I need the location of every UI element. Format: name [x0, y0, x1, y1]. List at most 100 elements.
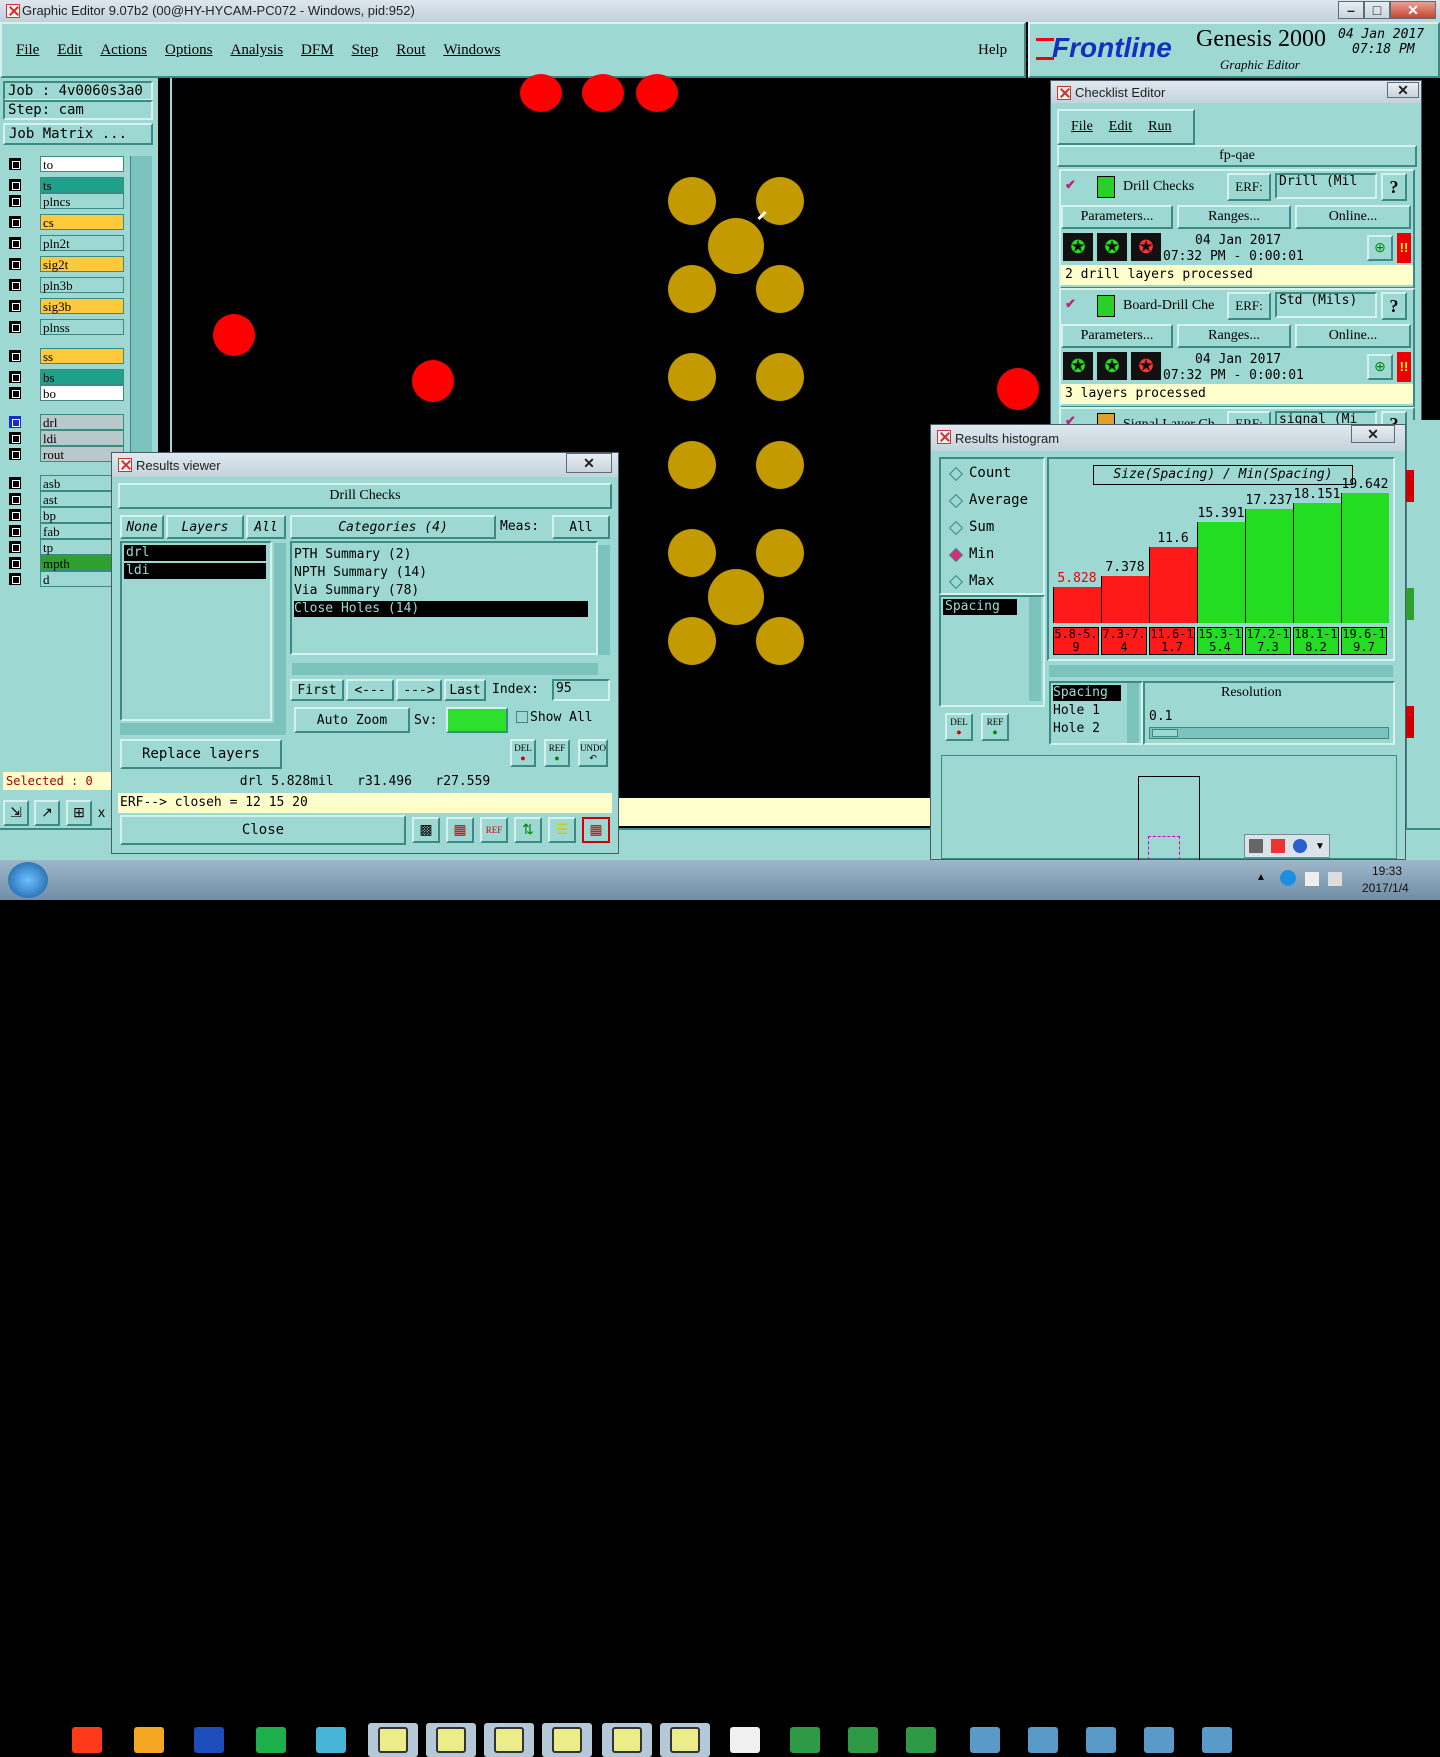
list-item[interactable]: Hole 2: [1053, 721, 1100, 736]
print-icon[interactable]: ▩: [412, 817, 440, 843]
layer-checkbox[interactable]: [8, 299, 22, 313]
stop-icon[interactable]: ✪: [1131, 233, 1161, 261]
layer-row-bo[interactable]: bo: [8, 385, 124, 401]
parameters-button[interactable]: Parameters...: [1061, 324, 1173, 348]
layer-row-fab[interactable]: fab: [8, 523, 124, 539]
list-item[interactable]: drl: [124, 545, 266, 561]
taskbar-app[interactable]: [1192, 1723, 1242, 1757]
maximize-button[interactable]: □: [1364, 1, 1390, 19]
replace-layers-button[interactable]: Replace layers: [120, 739, 282, 769]
report-icon[interactable]: ▦: [446, 817, 474, 843]
drill-hole[interactable]: [412, 360, 454, 402]
layer-row-ast[interactable]: ast: [8, 491, 124, 507]
histogram-bar[interactable]: [1101, 576, 1149, 623]
auto-zoom-select[interactable]: Auto Zoom: [294, 707, 410, 733]
list-item[interactable]: Via Summary (78): [294, 583, 419, 598]
category-hscroll[interactable]: [292, 663, 598, 675]
sv-color-select[interactable]: [446, 707, 508, 733]
taskbar-app[interactable]: [542, 1723, 592, 1757]
meas-select[interactable]: All: [552, 515, 610, 539]
online-button[interactable]: Online...: [1295, 324, 1411, 348]
tray-icon[interactable]: [1249, 839, 1263, 853]
histogram-close-button[interactable]: ✕: [1351, 425, 1395, 443]
checklist-menu-file[interactable]: File: [1071, 119, 1093, 135]
layer-row-sig2t[interactable]: sig2t: [8, 256, 124, 272]
layer-row-asb[interactable]: asb: [8, 475, 124, 491]
clock-date[interactable]: 2017/1/4: [1362, 881, 1409, 895]
histogram-bar[interactable]: [1341, 493, 1389, 623]
run-all-icon[interactable]: ✪: [1097, 233, 1127, 261]
via-hole[interactable]: [668, 617, 716, 665]
layer-checkbox[interactable]: [8, 524, 22, 538]
layer-name[interactable]: ss: [40, 348, 124, 364]
tray-icon[interactable]: ▼: [1315, 841, 1325, 852]
job-matrix-button[interactable]: Job Matrix ...: [3, 123, 153, 145]
next-button[interactable]: --->: [396, 679, 442, 701]
list-item[interactable]: Spacing: [943, 599, 1017, 615]
via-hole[interactable]: [756, 265, 804, 313]
run-icon[interactable]: ✪: [1063, 352, 1093, 380]
via-hole[interactable]: [756, 441, 804, 489]
via-hole[interactable]: [756, 353, 804, 401]
layer-checkbox[interactable]: [8, 540, 22, 554]
layer-row-plnss[interactable]: plnss: [8, 319, 124, 335]
layer-row-to[interactable]: to: [8, 156, 124, 172]
layer-checkbox[interactable]: [8, 236, 22, 250]
layer-name[interactable]: drl: [40, 414, 124, 430]
layer-checkbox[interactable]: [8, 386, 22, 400]
layer-checkbox[interactable]: [8, 556, 22, 570]
layer-row-tp[interactable]: tp: [8, 539, 124, 555]
close-results-button[interactable]: Close: [120, 815, 406, 845]
layer-name[interactable]: plncs: [40, 193, 124, 209]
menu-rout[interactable]: Rout: [396, 42, 425, 59]
list-item[interactable]: PTH Summary (2): [294, 547, 411, 562]
first-button[interactable]: First: [290, 679, 344, 701]
drill-hole[interactable]: [582, 74, 624, 112]
ranges-button[interactable]: Ranges...: [1177, 324, 1291, 348]
stop-icon[interactable]: ✪: [1131, 352, 1161, 380]
checklist-menu-edit[interactable]: Edit: [1109, 119, 1132, 135]
menu-step[interactable]: Step: [352, 42, 379, 59]
taskbar-app[interactable]: [484, 1723, 534, 1757]
histogram-bar[interactable]: [1197, 522, 1245, 623]
zoom-results-icon[interactable]: ⊕: [1367, 354, 1393, 380]
taskbar-app[interactable]: [184, 1723, 234, 1757]
layer-name[interactable]: sig2t: [40, 256, 124, 272]
results-viewer-close-button[interactable]: ✕: [566, 453, 612, 473]
layer-checkbox[interactable]: [8, 508, 22, 522]
layer-row-bs[interactable]: bs: [8, 369, 124, 385]
taskbar-app[interactable]: [426, 1723, 476, 1757]
list-item[interactable]: ldi: [124, 563, 266, 579]
via-hole[interactable]: [668, 265, 716, 313]
layer-name[interactable]: ts: [40, 177, 124, 193]
hole-list-scrollbar[interactable]: [1127, 683, 1139, 743]
ref-icon[interactable]: REF: [480, 817, 508, 843]
sort-icon[interactable]: ⇅: [514, 817, 542, 843]
via-hole[interactable]: [708, 569, 764, 625]
ranges-button[interactable]: Ranges...: [1177, 205, 1291, 229]
menu-help[interactable]: Help: [978, 42, 1007, 59]
layer-name[interactable]: plnss: [40, 319, 124, 335]
layer-row-pln2t[interactable]: pln2t: [8, 235, 124, 251]
taskbar-app[interactable]: [246, 1723, 296, 1757]
del-button[interactable]: DEL ●: [510, 739, 536, 767]
list-item[interactable]: Close Holes (14): [294, 601, 588, 617]
run-icon[interactable]: ✪: [1063, 233, 1093, 261]
prev-button[interactable]: <---: [346, 679, 394, 701]
layer-results-list[interactable]: drl ldi: [120, 541, 272, 721]
menu-windows[interactable]: Windows: [443, 42, 500, 59]
tray-expand-icon[interactable]: ▲: [1256, 872, 1266, 883]
taskbar-app[interactable]: [960, 1723, 1010, 1757]
taskbar-app[interactable]: [1134, 1723, 1184, 1757]
check-flag-icon[interactable]: ✔: [1065, 296, 1076, 312]
layer-name[interactable]: pln2t: [40, 235, 124, 251]
layer-name[interactable]: bs: [40, 369, 124, 385]
layer-checkbox[interactable]: [8, 178, 22, 192]
show-all-checkbox[interactable]: [516, 711, 528, 723]
layer-row-sig3b[interactable]: sig3b: [8, 298, 124, 314]
layer-list-scrollbar[interactable]: [274, 543, 286, 723]
layer-checkbox[interactable]: [8, 320, 22, 334]
check-name[interactable]: Board-Drill Che: [1123, 298, 1223, 314]
taskbar-app[interactable]: [720, 1723, 770, 1757]
histogram-bar[interactable]: [1149, 547, 1197, 623]
